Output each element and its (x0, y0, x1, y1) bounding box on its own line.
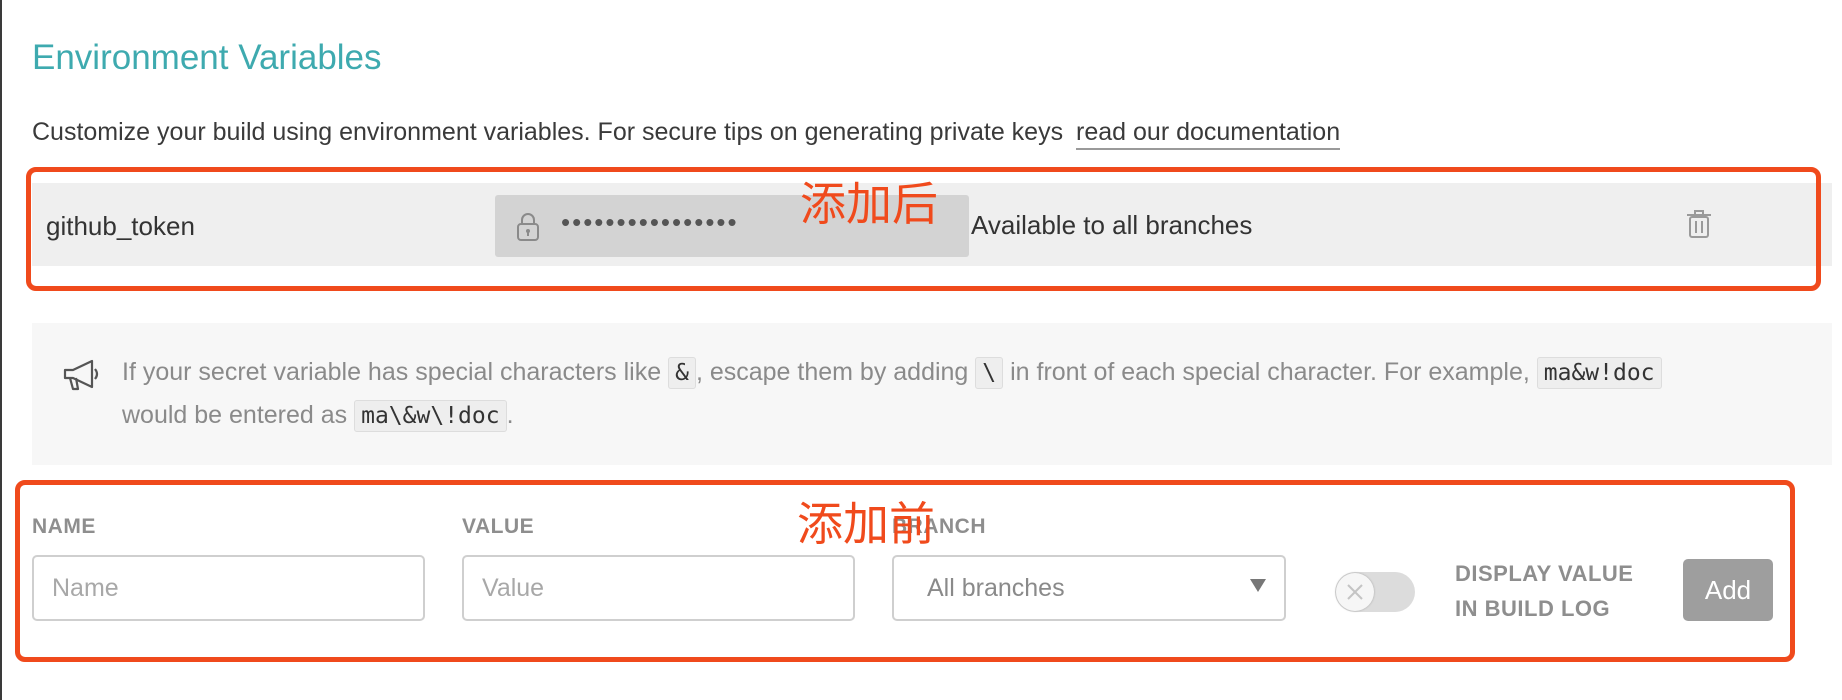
annotation-label-after: 添加后 (800, 177, 938, 231)
code-backslash: \ (975, 357, 1004, 389)
megaphone-icon (63, 359, 99, 391)
lock-icon (517, 213, 539, 241)
notice-text-part: would be entered as (122, 401, 355, 429)
notice-text: If your secret variable has special char… (122, 351, 1782, 437)
masked-value: •••••••••••••••• (561, 207, 739, 237)
chevron-down-icon (1250, 579, 1266, 592)
display-label-line: DISPLAY VALUE (1455, 561, 1634, 586)
left-border (0, 0, 2, 700)
section-title: Environment Variables (32, 38, 382, 77)
notice-text-part: . (506, 401, 514, 429)
value-label: VALUE (462, 515, 535, 538)
code-example-escaped: ma\&w\!doc (354, 400, 507, 432)
name-input[interactable] (32, 555, 425, 621)
display-value-toggle[interactable] (1335, 572, 1415, 612)
code-ampersand: & (668, 357, 696, 389)
display-value-label: DISPLAY VALUE IN BUILD LOG (1455, 556, 1633, 626)
documentation-link[interactable]: read our documentation (1076, 118, 1341, 150)
code-example-raw: ma&w!doc (1536, 357, 1662, 389)
name-label: NAME (32, 515, 96, 538)
add-button[interactable]: Add (1683, 559, 1773, 621)
special-characters-notice: If your secret variable has special char… (32, 323, 1832, 465)
close-icon (1347, 584, 1363, 600)
branch-selected-value: All branches (927, 574, 1065, 602)
branch-select[interactable]: All branches (892, 555, 1286, 621)
notice-text-part: If your secret variable has special char… (122, 358, 669, 386)
annotation-label-before: 添加前 (797, 497, 935, 551)
display-label-line: IN BUILD LOG (1455, 596, 1611, 621)
notice-text-part: , escape them by adding (695, 358, 976, 386)
trash-icon[interactable] (1686, 209, 1712, 239)
toggle-knob (1336, 573, 1374, 611)
variable-branch-scope: Available to all branches (971, 210, 1253, 240)
notice-text-part: in front of each special character. For … (1003, 358, 1537, 386)
section-description: Customize your build using environment v… (32, 118, 1341, 150)
description-text: Customize your build using environment v… (32, 118, 1064, 146)
value-input[interactable] (462, 555, 855, 621)
variable-name: github_token (46, 211, 195, 241)
